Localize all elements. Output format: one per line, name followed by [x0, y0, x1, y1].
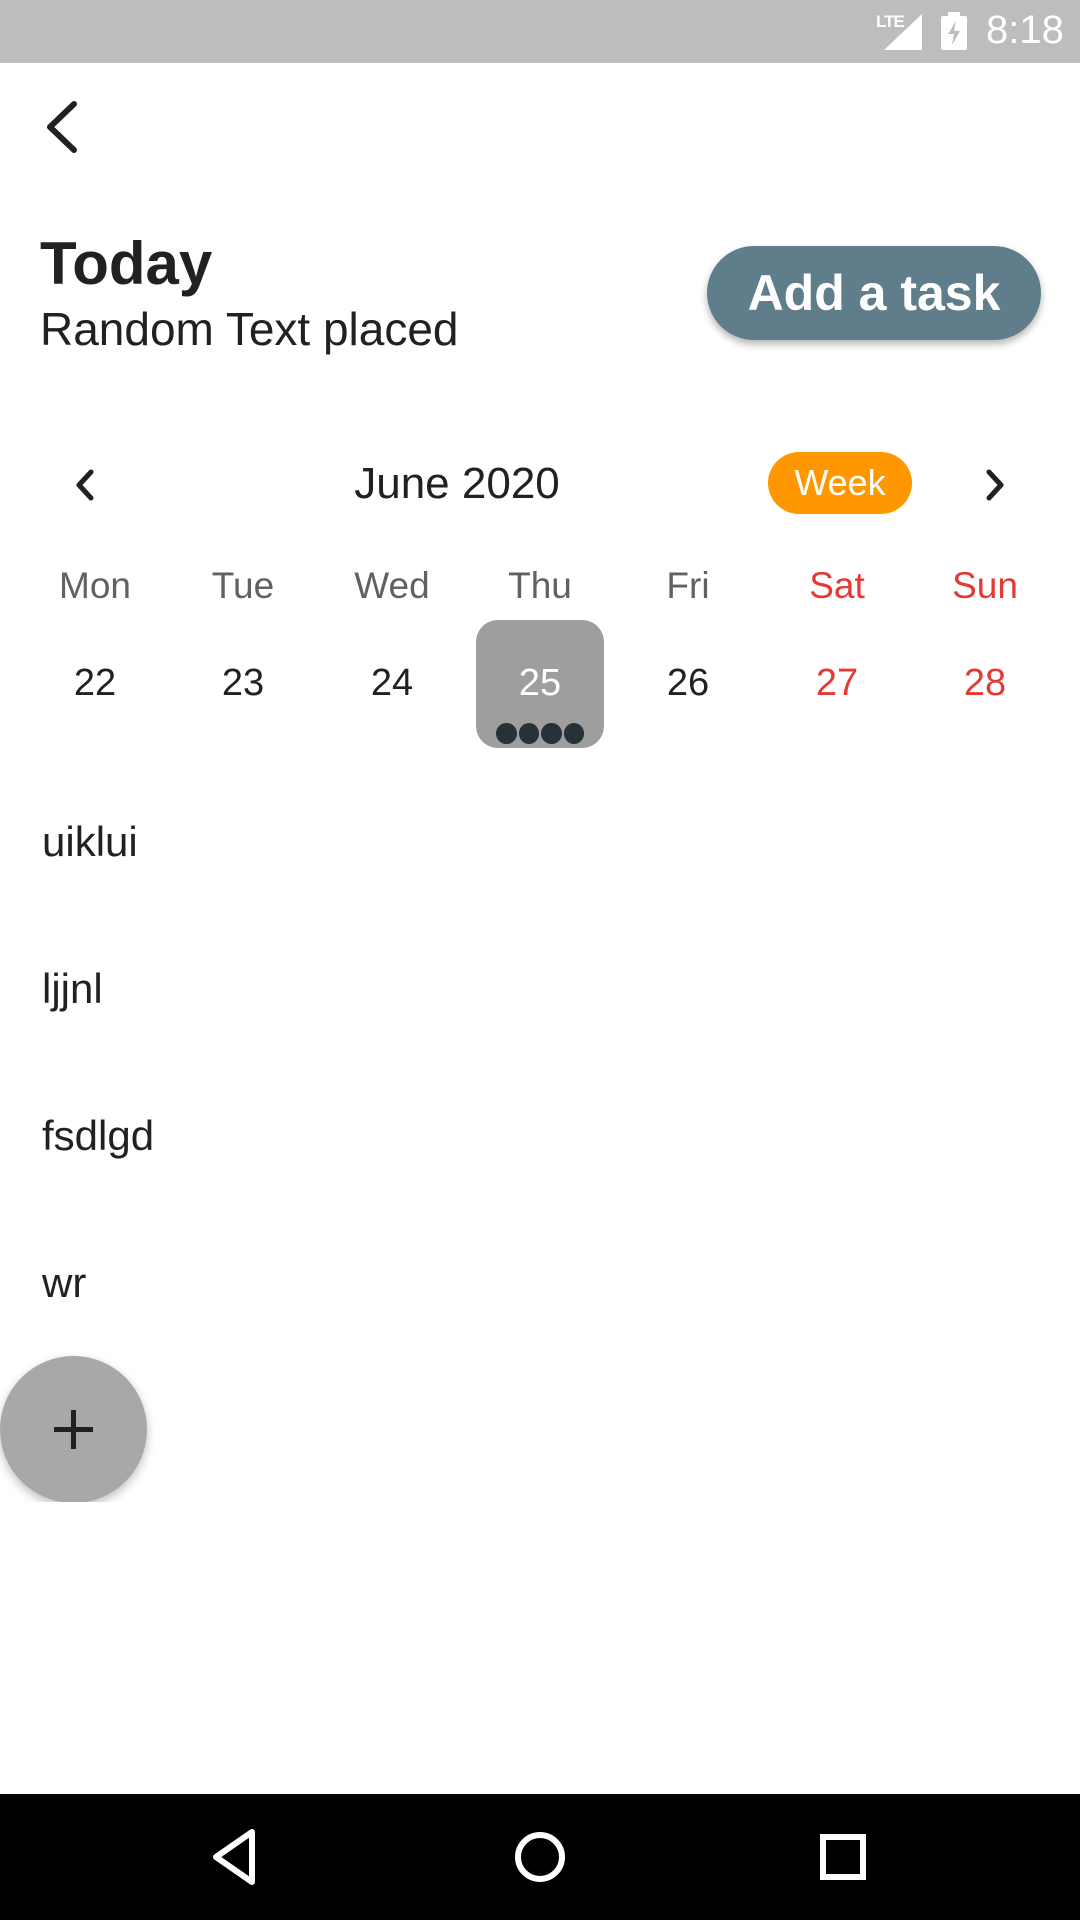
circle-home-icon: [515, 1832, 565, 1882]
day-name-wed: Wed: [354, 565, 430, 606]
day-number: 23: [221, 662, 265, 704]
next-week-button[interactable]: [976, 460, 1016, 510]
day-number: 26: [666, 662, 710, 704]
task-list-item[interactable]: ljjnl: [42, 959, 103, 1019]
day-cell-22[interactable]: 22: [31, 620, 159, 748]
square-recents-icon: [820, 1834, 866, 1880]
add-fab-button[interactable]: [0, 1356, 147, 1503]
page-subtitle: Random Text placed: [40, 303, 459, 355]
week-view-toggle[interactable]: Week: [768, 452, 912, 514]
day-cell-26[interactable]: 26: [624, 620, 752, 748]
chevron-right-icon: [986, 469, 1004, 501]
day-name-sat: Sat: [809, 565, 865, 606]
day-cell-25[interactable]: 25: [476, 620, 604, 748]
day-name-thu: Thu: [508, 565, 572, 606]
day-cell-28[interactable]: 28: [921, 620, 1049, 748]
nav-recents-button[interactable]: [806, 1820, 880, 1894]
previous-week-button[interactable]: [64, 460, 104, 510]
event-dot: [496, 723, 517, 744]
event-dots: [496, 723, 584, 744]
battery-charging-icon: [941, 12, 967, 50]
day-number: 24: [370, 662, 414, 704]
day-number: 22: [73, 662, 117, 704]
task-list-item[interactable]: uiklui: [42, 812, 138, 872]
signal-icon: [884, 14, 922, 50]
day-name-sun: Sun: [952, 565, 1018, 606]
chevron-left-icon: [76, 469, 94, 501]
day-name-tue: Tue: [211, 565, 275, 606]
day-number: 27: [815, 662, 859, 704]
day-cell-27[interactable]: 27: [773, 620, 901, 748]
day-number: 25: [518, 662, 562, 704]
add-task-button[interactable]: Add a task: [707, 246, 1041, 340]
system-navigation-bar: [0, 1794, 1080, 1920]
nav-home-button[interactable]: [503, 1820, 577, 1894]
triangle-back-icon: [213, 1829, 255, 1885]
status-bar: LTE 8:18: [0, 0, 1080, 63]
fab-clip: [0, 1502, 160, 1542]
day-name-mon: Mon: [59, 565, 131, 606]
calendar-month-label: June 2020: [354, 459, 560, 508]
day-cell-24[interactable]: 24: [328, 620, 456, 748]
event-dot: [518, 723, 539, 744]
app-screen: LTE 8:18 Today Random Text placed Add a …: [0, 0, 1080, 1920]
page-title: Today: [40, 230, 213, 297]
day-name-fri: Fri: [666, 565, 710, 606]
task-list-item[interactable]: fsdlgd: [42, 1106, 154, 1166]
back-button[interactable]: [36, 92, 92, 162]
plus-icon: [54, 1410, 93, 1449]
day-number: 28: [963, 662, 1007, 704]
arrow-back-icon: [47, 101, 77, 153]
day-cell-23[interactable]: 23: [179, 620, 307, 748]
status-time: 8:18: [986, 8, 1064, 52]
nav-back-button[interactable]: [200, 1820, 274, 1894]
event-dot: [563, 723, 584, 744]
task-list-item[interactable]: wr: [42, 1253, 86, 1313]
event-dot: [541, 723, 562, 744]
